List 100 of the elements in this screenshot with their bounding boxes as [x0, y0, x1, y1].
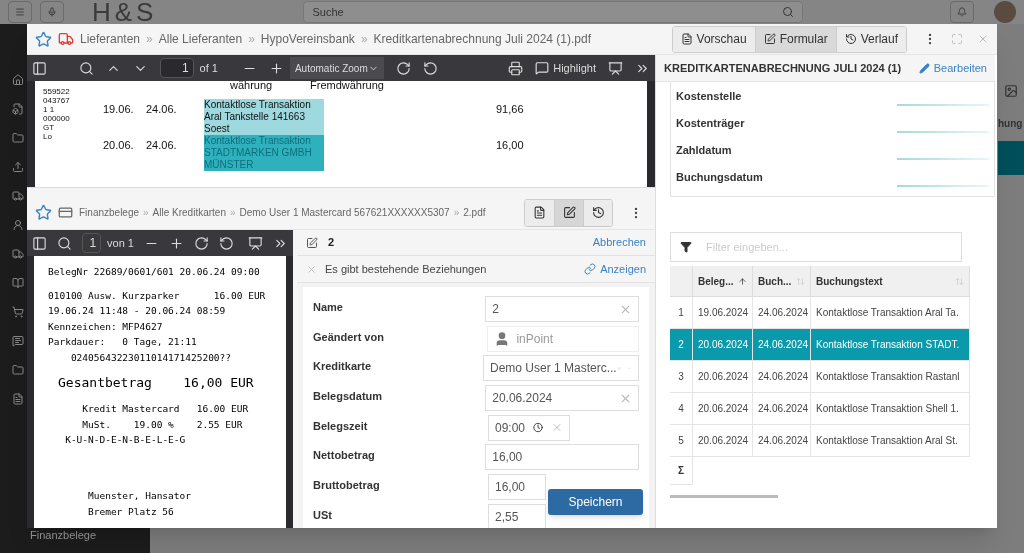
table-cell: Kontaktlose Transaktion Aral St.	[811, 425, 970, 456]
presentation-icon[interactable]	[248, 235, 263, 251]
zoom-in-icon[interactable]	[268, 60, 284, 76]
field-label: Name	[313, 300, 344, 315]
table-row[interactable]: 4 20.06.2024 24.06.2024 Kontaktlose Transaktion Shell 1.	[670, 393, 970, 425]
row-number: 5	[670, 425, 693, 456]
table-row[interactable]: 3 20.06.2024 24.06.2024 Kontaktlose Transaktion Rastanl	[670, 361, 970, 393]
edit-icon	[306, 236, 318, 249]
breadcrumb-separator: »	[143, 206, 149, 220]
column-header[interactable]: Buch...	[753, 266, 811, 296]
comment-icon	[535, 61, 550, 75]
sort-ascending-icon	[738, 276, 747, 286]
receipt-text: MuSt. 19.00 % 2.55 EUR	[81, 417, 244, 432]
table-row[interactable]: 1 19.06.2024 24.06.2024 Kontaktlose Transaktion Aral Ta.	[670, 297, 970, 329]
property-label: Buchungsdatum	[676, 170, 763, 185]
pdf-text: Kontaktlose Transaktion Aral Tankstelle 141663 Soest	[204, 99, 324, 135]
rotate-clockwise-icon[interactable]	[194, 235, 209, 251]
breadcrumb-link[interactable]: Demo User 1 Mastercard 567621XXXXXX5307	[239, 205, 450, 220]
pdf-text: währung	[230, 81, 274, 93]
input-field[interactable]: 2,55	[488, 503, 546, 528]
show-relations-link[interactable]: Anzeigen	[584, 260, 646, 278]
input-field[interactable]: 2	[485, 296, 639, 322]
page-count: von 1	[107, 235, 134, 251]
user-field: inPoint	[487, 325, 639, 352]
print-icon[interactable]	[508, 60, 524, 76]
column-header[interactable]: Beleg...	[693, 266, 753, 296]
favorite-star-icon[interactable]	[35, 204, 52, 221]
receipt-text: 19.06.24 11:48 - 20.06.24 08:59	[48, 304, 227, 318]
preview-view-button[interactable]: Vorschau	[672, 26, 755, 52]
presentation-icon[interactable]	[608, 60, 623, 76]
favorite-star-icon[interactable]	[35, 30, 52, 48]
cancel-link[interactable]: Abbrechen	[592, 234, 646, 251]
search-icon[interactable]	[78, 60, 94, 76]
field-label: Nettobetrag	[313, 448, 376, 464]
sidebar-label[interactable]: Finanzbelege	[30, 527, 97, 544]
field-label: Belegsdatum	[313, 389, 384, 405]
table-row[interactable]: 5 20.06.2024 24.06.2024 Kontaktlose Transaktion Aral St.	[670, 425, 970, 457]
preview-view-button[interactable]	[525, 199, 554, 226]
receipt-text: Kredit Mastercard 16.00 EUR	[81, 402, 250, 416]
table-cell: 24.06.2024	[753, 361, 811, 392]
row-number: 3	[670, 361, 693, 392]
selected-row-peek	[998, 141, 1024, 175]
form-view-button[interactable]: Formular	[754, 26, 836, 52]
search-field[interactable]: Suche	[303, 1, 804, 23]
row-number: 1	[670, 297, 693, 328]
clock-icon[interactable]	[533, 422, 544, 434]
breadcrumb-link[interactable]: Kreditkartenabrechnung Juli 2024 (1).pdf	[373, 30, 592, 48]
table-cell: Kontaktlose Transaktion STADT.	[811, 329, 970, 360]
search-icon[interactable]	[57, 235, 72, 251]
pdf-text: 24.06.	[146, 138, 178, 153]
breadcrumb-link[interactable]: Finanzbelege	[79, 205, 140, 220]
link-icon	[584, 263, 597, 275]
receipt-text: Muenster, Hansator	[87, 488, 192, 503]
rotate-clockwise-icon[interactable]	[395, 60, 411, 76]
breadcrumb-separator: »	[360, 31, 368, 48]
highlight-button[interactable]: Highlight	[535, 59, 596, 77]
edit-link[interactable]: Bearbeiten	[918, 59, 987, 77]
breadcrumb-separator: »	[248, 31, 255, 48]
logo: H&S	[92, 0, 158, 24]
pdf-text: 000000	[43, 114, 71, 123]
time-field[interactable]: 09:00	[488, 414, 570, 441]
history-view-button[interactable]	[583, 199, 612, 226]
zoom-in-icon[interactable]	[169, 235, 184, 251]
column-header[interactable]: Buchungstext	[811, 266, 970, 296]
pencil-icon	[918, 62, 930, 74]
table-cell: 20.06.2024	[693, 425, 753, 456]
table-cell: Kontaktlose Transaktion Aral Ta.	[811, 297, 970, 328]
rotate-counterclockwise-icon[interactable]	[219, 235, 234, 251]
input-field[interactable]: 20.06.2024	[485, 385, 639, 412]
breadcrumb-link[interactable]: Alle Lieferanten	[158, 30, 243, 48]
table-cell: 24.06.2024	[753, 425, 811, 456]
receipt-text: Kennzeichen: MFP4627	[48, 319, 164, 334]
field-label: USt	[313, 507, 333, 523]
sidebar-toggle-icon[interactable]	[32, 60, 47, 76]
sidebar-toggle-icon[interactable]	[32, 235, 47, 251]
receipt-text: K-U-N-D-E-N-B-E-L-E-G	[64, 433, 187, 447]
breadcrumb-link[interactable]: Lieferanten	[80, 30, 141, 48]
field-label: Kreditkarte	[313, 359, 373, 375]
input-field[interactable]: 16,00	[488, 474, 546, 501]
breadcrumb-separator: »	[146, 31, 153, 48]
save-button[interactable]: Speichern	[548, 489, 643, 515]
zoom-select[interactable]: Automatic Zoom	[289, 57, 384, 79]
history-view-button[interactable]: Verlauf	[835, 26, 906, 52]
table-cell: 24.06.2024	[753, 329, 811, 360]
breadcrumb-link[interactable]: HypoVereinsbank	[260, 30, 355, 48]
history-icon	[591, 206, 605, 219]
form-view-button[interactable]	[554, 199, 583, 226]
breadcrumb-link[interactable]: 2.pdf	[463, 205, 486, 220]
pdf-text: 91,66	[496, 102, 524, 117]
page-count: of 1	[199, 60, 218, 76]
pdf-text: 24.06.	[146, 102, 178, 117]
input-field[interactable]: 16,00	[485, 444, 639, 471]
image-icon[interactable]	[1004, 84, 1018, 98]
rotate-counterclockwise-icon[interactable]	[422, 60, 438, 76]
page-number-field[interactable]: 1	[159, 58, 194, 78]
breadcrumb-link[interactable]: Alle Kreditkarten	[152, 205, 226, 220]
pdf-text: 559522	[43, 87, 71, 96]
page-number-field[interactable]: 1	[82, 233, 102, 253]
pdf-text: Lo	[43, 132, 53, 141]
breadcrumb-separator: »	[453, 206, 460, 220]
